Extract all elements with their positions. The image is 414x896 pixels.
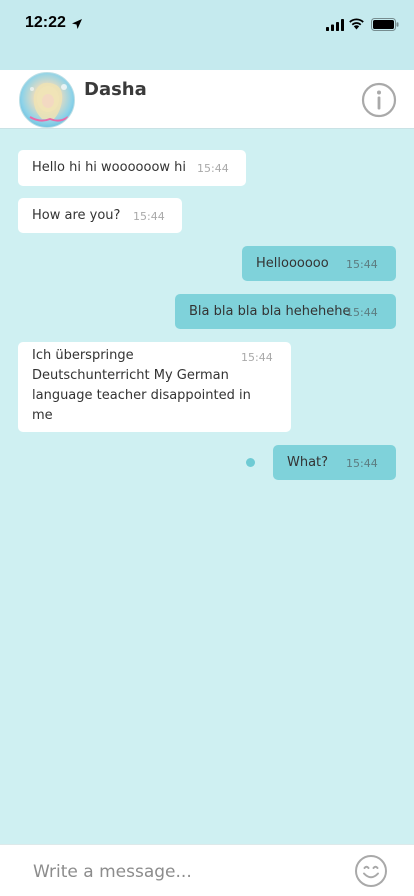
message-bubble-incoming[interactable]: How are you? 15:44: [18, 198, 182, 233]
emoji-icon[interactable]: [354, 854, 388, 888]
status-time: 12:22: [25, 14, 66, 31]
avatar-image-icon: [29, 82, 69, 122]
contact-name[interactable]: Dasha: [84, 79, 147, 100]
message-input[interactable]: [33, 859, 333, 885]
message-text: How are you?: [32, 208, 121, 223]
message-bubble-incoming[interactable]: Hello hi hi woooooow hi 15:44: [18, 150, 246, 186]
message-bubble-outgoing[interactable]: Helloooooo 15:44: [242, 246, 396, 281]
wifi-icon: [349, 18, 364, 30]
status-bar: 12:22: [0, 0, 414, 70]
cellular-signal-icon: [326, 19, 344, 31]
message-text: Hello hi hi woooooow hi: [32, 160, 187, 175]
message-text: Helloooooo: [256, 256, 329, 271]
message-text: What?: [287, 455, 329, 470]
message-composer: [0, 844, 414, 896]
message-time: 15:44: [346, 258, 378, 271]
message-time: 15:44: [346, 457, 378, 470]
contact-avatar[interactable]: [19, 72, 75, 128]
battery-icon: [371, 18, 399, 31]
message-time: 15:44: [241, 351, 273, 364]
chat-screen: 12:22 Dasha Hello hi hi woooooow hi 15:4…: [0, 0, 414, 896]
chat-header: Dasha: [0, 70, 414, 129]
message-bubble-incoming[interactable]: Ich überspringe Deutschunterricht My Ger…: [18, 342, 291, 432]
message-bubble-outgoing[interactable]: What? 15:44: [273, 445, 396, 480]
message-bubble-outgoing[interactable]: Bla bla bla bla hehehehe 15:44: [175, 294, 396, 329]
message-list[interactable]: Hello hi hi woooooow hi 15:44 How are yo…: [0, 129, 414, 844]
info-icon[interactable]: [361, 82, 397, 118]
pending-status-dot: [246, 458, 255, 467]
message-text: Bla bla bla bla hehehehe: [189, 304, 351, 319]
message-text: Ich überspringe Deutschunterricht My Ger…: [32, 348, 251, 423]
message-time: 15:44: [133, 210, 165, 223]
message-time: 15:44: [197, 162, 229, 175]
message-time: 15:44: [346, 306, 378, 319]
location-arrow-icon: [72, 19, 82, 29]
